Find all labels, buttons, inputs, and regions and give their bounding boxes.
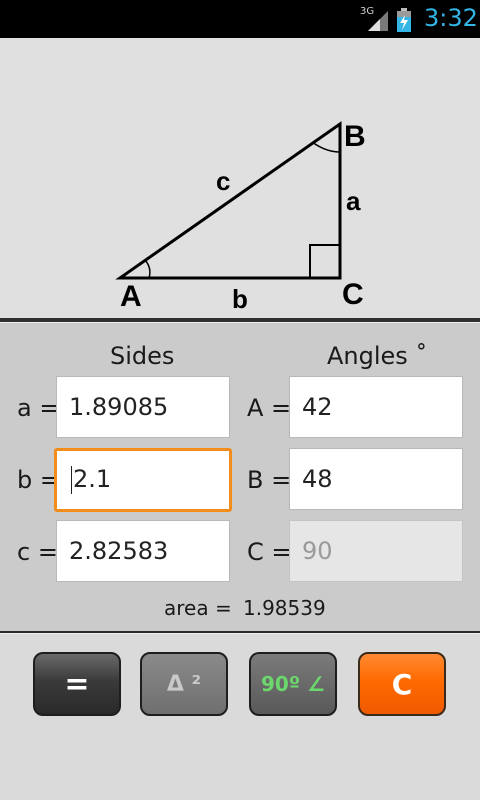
right-angle-button[interactable]: 90º ∠ <box>249 652 337 716</box>
vertex-a-label: A <box>120 280 142 313</box>
sides-header: Sides <box>110 342 175 370</box>
angle-b-arc <box>311 141 341 153</box>
angles-header: Angles ˚ <box>327 342 428 370</box>
clock: 3:32 <box>424 4 478 32</box>
side-b-label: b <box>232 284 248 314</box>
angle-a-value: 42 <box>302 393 333 421</box>
angle-a-arc <box>144 259 151 279</box>
side-a-field-label: a = <box>17 394 60 422</box>
vertex-b-label: B <box>344 120 366 153</box>
angle-c-input: 90 <box>289 520 463 582</box>
battery-charging-icon <box>397 8 411 32</box>
delta-squared-button-label: Δ ² <box>166 671 202 697</box>
text-cursor <box>71 466 72 494</box>
area-value: 1.98539 <box>243 596 326 620</box>
side-c-label: c <box>216 166 230 196</box>
side-b-value: 2.1 <box>73 465 112 493</box>
angle-b-value: 48 <box>302 465 333 493</box>
clear-button[interactable]: C <box>358 652 446 716</box>
triangle-svg: A B C a b c <box>115 120 366 314</box>
delta-squared-button[interactable]: Δ ² <box>140 652 228 716</box>
angle-b-field-label: B = <box>247 466 292 494</box>
side-b-input[interactable]: 2.1 <box>54 448 232 512</box>
triangle-shape <box>115 121 342 280</box>
side-a-label: a <box>346 186 361 216</box>
side-c-value: 2.82583 <box>69 537 169 565</box>
right-angle-marker <box>309 244 340 278</box>
clear-button-label: C <box>391 667 413 701</box>
angle-a-input[interactable]: 42 <box>289 376 463 438</box>
area-label: area = <box>164 596 232 620</box>
status-bar: 3G 3:32 <box>0 0 480 38</box>
calculate-button[interactable]: = <box>33 652 121 716</box>
angle-a-field-label: A = <box>247 394 292 422</box>
side-a-input[interactable]: 1.89085 <box>56 376 230 438</box>
side-c-field-label: c = <box>17 538 58 566</box>
vertex-c-label: C <box>342 278 364 311</box>
side-a-value: 1.89085 <box>69 393 169 421</box>
angle-c-value: 90 <box>302 537 333 565</box>
triangle-diagram: A B C a b c <box>0 38 480 318</box>
signal-icon <box>368 11 388 31</box>
right-angle-button-label: 90º ∠ <box>260 672 325 696</box>
calculate-button-label: = <box>64 666 90 702</box>
angle-b-input[interactable]: 48 <box>289 448 463 510</box>
side-c-input[interactable]: 2.82583 <box>56 520 230 582</box>
angle-c-field-label: C = <box>247 538 292 566</box>
